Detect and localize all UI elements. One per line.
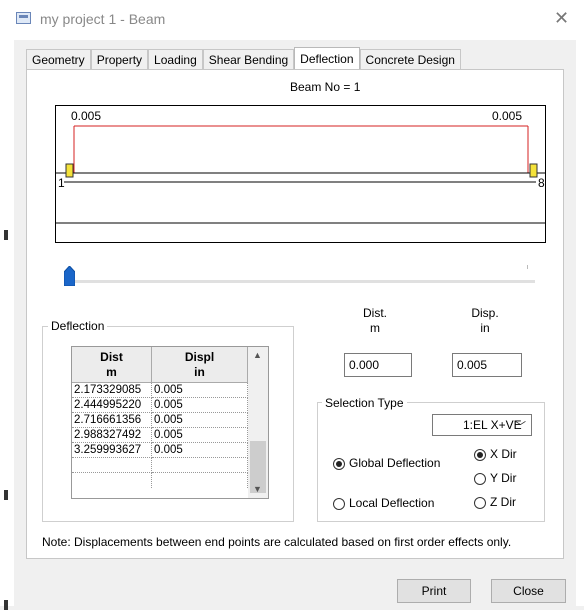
close-icon[interactable]: ✕ xyxy=(554,8,569,29)
chevron-down-icon: ﹀ xyxy=(515,421,526,433)
start-node-label: 1 xyxy=(58,176,65,190)
scroll-up-icon[interactable]: ▲ xyxy=(253,350,262,360)
column-header-displ: Displ in xyxy=(152,347,248,383)
table-row[interactable] xyxy=(72,458,248,473)
table-cell xyxy=(72,473,152,488)
position-slider-track[interactable] xyxy=(67,280,535,283)
load-case-value: 1:EL X+VE xyxy=(463,418,522,432)
table-row[interactable] xyxy=(72,473,248,488)
table-cell: 0.005 xyxy=(152,428,248,443)
deflection-diagram: 0.005 0.005 1 8 xyxy=(55,105,546,243)
table-header: Dist m Displ in xyxy=(72,347,248,383)
table-cell xyxy=(152,473,248,488)
dist-label: Dist. m xyxy=(345,306,405,336)
deflection-group-title: Deflection xyxy=(48,319,108,333)
disp-label: Disp. in xyxy=(456,306,514,336)
tab-property[interactable]: Property xyxy=(90,49,149,70)
x-dir-label[interactable]: X Dir xyxy=(490,447,517,461)
table-row[interactable]: 2.173329085 0.005 xyxy=(72,383,248,398)
table-row[interactable]: 2.988327492 0.005 xyxy=(72,428,248,443)
dist-label-text: Dist. xyxy=(363,306,387,320)
table-cell: 0.005 xyxy=(152,413,248,428)
diagram-canvas xyxy=(56,125,545,224)
tab-strip: Geometry Property Loading Shear Bending … xyxy=(26,47,461,70)
local-deflection-radio[interactable] xyxy=(333,498,345,510)
start-node-marker xyxy=(65,163,74,178)
close-button[interactable]: Close xyxy=(491,579,566,603)
column-header-dist: Dist m xyxy=(72,347,152,383)
table-cell: 0.005 xyxy=(152,383,248,398)
z-dir-label[interactable]: Z Dir xyxy=(490,495,516,509)
deflection-table[interactable]: Dist m Displ in 2.173329085 0.005 2.4449… xyxy=(71,346,269,499)
column-unit: in xyxy=(194,365,205,379)
left-deflection-value: 0.005 xyxy=(71,109,102,123)
position-slider-thumb[interactable] xyxy=(64,266,75,286)
end-node-label: 8 xyxy=(538,176,545,190)
table-cell xyxy=(72,458,152,473)
local-deflection-label[interactable]: Local Deflection xyxy=(349,496,434,510)
tab-loading[interactable]: Loading xyxy=(148,49,203,70)
column-name: Displ xyxy=(184,350,215,364)
y-dir-radio[interactable] xyxy=(474,473,486,485)
dist-unit: m xyxy=(370,321,380,335)
disp-unit: in xyxy=(480,321,490,335)
table-cell xyxy=(152,458,248,473)
disp-field[interactable]: 0.005 xyxy=(452,353,522,377)
table-cell: 0.005 xyxy=(152,398,248,413)
table-row[interactable]: 2.444995220 0.005 xyxy=(72,398,248,413)
table-cell: 2.988327492 xyxy=(72,428,152,443)
selection-type-title: Selection Type xyxy=(322,396,407,410)
beam-number: Beam No = 1 xyxy=(290,80,361,94)
column-name: Dist xyxy=(100,350,123,364)
global-deflection-label[interactable]: Global Deflection xyxy=(349,456,440,470)
y-dir-label[interactable]: Y Dir xyxy=(490,471,516,485)
window-title: my project 1 - Beam xyxy=(40,11,166,27)
table-scrollbar[interactable]: ▲ ▼ xyxy=(248,347,268,498)
table-row[interactable]: 3.259993627 0.005 xyxy=(72,443,248,458)
table-cell: 0.005 xyxy=(152,443,248,458)
z-dir-radio[interactable] xyxy=(474,497,486,509)
column-unit: m xyxy=(106,365,117,379)
table-cell: 2.716661356 xyxy=(72,413,152,428)
disp-label-text: Disp. xyxy=(471,306,499,320)
table-row[interactable]: 2.716661356 0.005 xyxy=(72,413,248,428)
global-deflection-radio[interactable] xyxy=(333,458,345,470)
note-text: Note: Displacements between end points a… xyxy=(42,535,512,549)
end-node-marker xyxy=(529,163,538,178)
table-cell: 2.444995220 xyxy=(72,398,152,413)
slider-tick xyxy=(527,265,528,269)
table-cell: 2.173329085 xyxy=(72,383,152,398)
right-deflection-value: 0.005 xyxy=(492,109,523,123)
left-edge xyxy=(0,40,14,610)
scroll-down-icon[interactable]: ▼ xyxy=(253,484,262,494)
tab-concrete-design[interactable]: Concrete Design xyxy=(359,49,461,70)
load-case-select[interactable]: 1:EL X+VE ﹀ xyxy=(432,414,532,436)
tab-geometry[interactable]: Geometry xyxy=(26,49,91,70)
x-dir-radio[interactable] xyxy=(474,449,486,461)
tab-deflection[interactable]: Deflection xyxy=(294,47,360,70)
dist-field[interactable]: 0.000 xyxy=(344,353,412,377)
title-bar: my project 1 - Beam ✕ xyxy=(0,0,584,40)
print-button[interactable]: Print xyxy=(397,579,471,603)
app-icon xyxy=(16,12,31,24)
table-cell: 3.259993627 xyxy=(72,443,152,458)
tab-shear-bending[interactable]: Shear Bending xyxy=(202,49,295,70)
right-edge xyxy=(576,40,584,606)
